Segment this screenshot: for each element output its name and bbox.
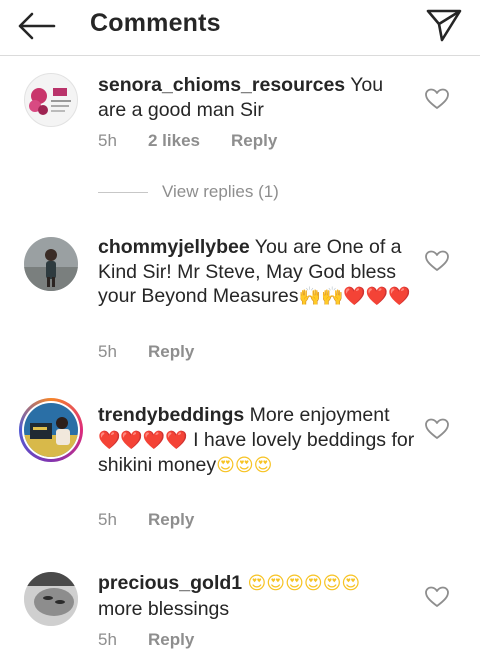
avatar[interactable] [24,572,78,626]
view-replies-button[interactable]: View replies (1) [98,182,279,202]
reply-button[interactable]: Reply [231,131,277,151]
avatar-image [24,572,78,626]
arrow-left-icon [18,12,56,40]
comment-body: senora_chioms_resources You are a good m… [98,73,416,122]
comment-body: chommyjellybee You are One of a Kind Sir… [98,235,416,310]
comment-likes[interactable]: 2 likes [148,131,231,151]
comment-body: trendybeddings More enjoyment ❤️❤️❤️❤️ I… [98,403,416,479]
comment-username[interactable]: chommyjellybee [98,236,250,258]
avatar-image [29,88,71,115]
replies-divider [98,191,148,193]
paper-plane-icon [426,9,462,42]
comment-username[interactable]: senora_chioms_resources [98,74,345,96]
reply-button[interactable]: Reply [148,630,194,650]
page-title: Comments [90,9,221,37]
avatar[interactable] [24,237,78,291]
back-button[interactable] [14,8,58,44]
heart-icon[interactable] [424,417,450,441]
comment-time: 5h [98,630,117,649]
comment-meta: 5h Reply [98,510,194,530]
comment-text: More enjoyment [244,404,390,426]
comment-body: precious_gold1 😍😍😍😍😍😍 more blessings [98,571,416,621]
avatar-image [24,237,78,291]
comment-meta: 5h Reply [98,342,194,362]
app-header: Comments [0,0,480,56]
comment-meta: 5h 2 likes Reply [98,131,277,151]
avatar [24,403,78,457]
heart-icon[interactable] [424,87,450,111]
heart-icon[interactable] [424,585,450,609]
reply-button[interactable]: Reply [148,342,194,362]
story-ring[interactable] [19,398,83,462]
comment-username[interactable]: precious_gold1 [98,572,242,594]
comment-emojis: 😍😍😍😍😍😍 [247,573,361,594]
view-replies-label: View replies (1) [162,182,279,201]
comment-time: 5h [98,510,117,529]
reply-button[interactable]: Reply [148,510,194,530]
avatar[interactable] [24,73,78,127]
comment-meta: 5h Reply [98,630,194,650]
avatar-image [24,403,78,457]
comment-time: 5h [98,131,117,150]
comment-time: 5h [98,342,117,361]
comment-text: more blessings [98,597,230,620]
comment-emojis: 🙌🙌❤️❤️❤️ [298,286,411,307]
comment-hearts: ❤️❤️❤️❤️ [98,429,188,451]
share-button[interactable] [422,5,466,45]
comment-username[interactable]: trendybeddings [98,404,244,426]
comment-emojis: 😍😍😍 [216,455,273,476]
heart-icon[interactable] [424,249,450,273]
